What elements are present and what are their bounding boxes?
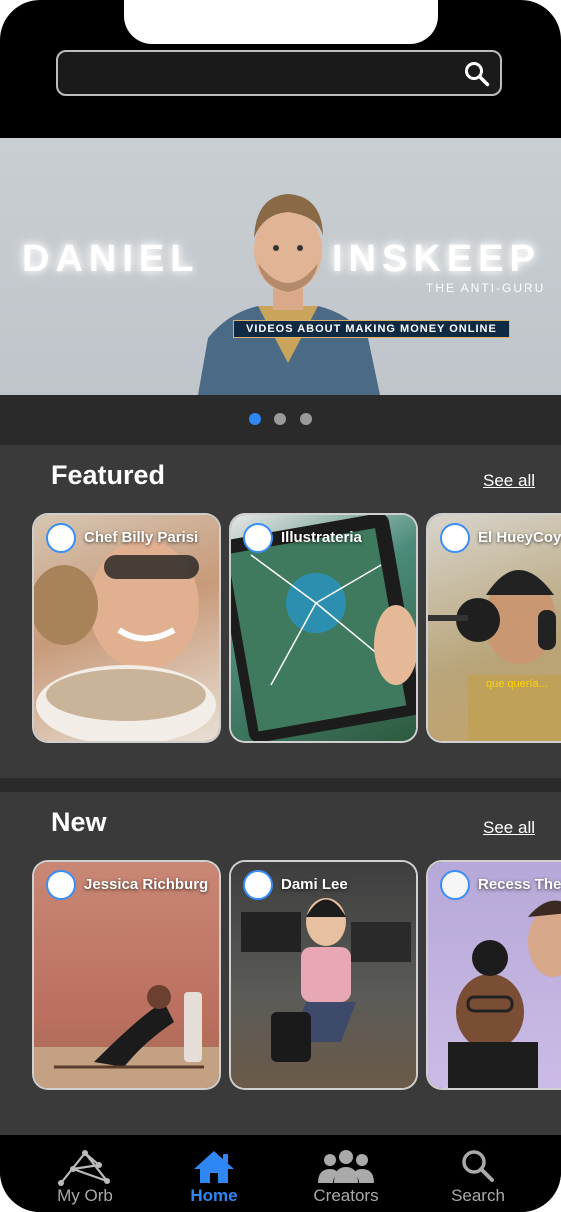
tab-label: Home (190, 1186, 238, 1205)
creator-card[interactable]: que quería... El HueyCoyote (428, 515, 561, 741)
creator-name: Jessica Richburg (84, 876, 209, 893)
creator-name: Recess Therapy (478, 876, 561, 893)
new-section: New See all Jessica Richburg Dami Lee Re… (0, 792, 561, 1135)
bottom-tab-bar: My Orb Home Creators Search (0, 1137, 561, 1212)
orb-icon (58, 1150, 111, 1186)
featured-section: Featured See all Chef Billy Parisi Illus… (0, 445, 561, 778)
creator-photo (198, 194, 380, 395)
banner-name-right: INSKEEP (332, 238, 541, 280)
creator-avatar (243, 523, 273, 553)
device-notch (124, 0, 438, 44)
creator-name: Dami Lee (281, 876, 348, 893)
see-all-link[interactable]: See all (483, 471, 535, 491)
banner-subtitle: THE ANTI-GURU (426, 281, 546, 295)
carousel-dot-active[interactable] (249, 413, 261, 425)
tab-label: My Orb (57, 1186, 113, 1205)
home-icon (194, 1151, 234, 1183)
creator-avatar (46, 523, 76, 553)
creator-card[interactable]: Chef Billy Parisi (34, 515, 219, 741)
see-all-link[interactable]: See all (483, 818, 535, 838)
tab-search[interactable]: Search (418, 1137, 538, 1212)
hero-banner[interactable]: DANIEL INSKEEP THE ANTI-GURU VIDEOS ABOU… (0, 138, 561, 395)
creator-card[interactable]: Jessica Richburg (34, 862, 219, 1088)
search-icon[interactable] (464, 61, 490, 87)
creator-avatar (440, 870, 470, 900)
creator-avatar (440, 523, 470, 553)
tab-label: Search (451, 1186, 505, 1205)
creator-name: El HueyCoyote (478, 529, 561, 546)
banner-name-left: DANIEL (22, 238, 200, 280)
section-title: Featured (51, 460, 166, 490)
search-icon (462, 1150, 494, 1182)
people-icon (318, 1150, 374, 1183)
phone-screen: DANIEL INSKEEP THE ANTI-GURU VIDEOS ABOU… (0, 0, 561, 1212)
creator-card[interactable]: Illustrateria (231, 515, 416, 741)
carousel-dot[interactable] (300, 413, 312, 425)
carousel-pagination (0, 395, 561, 445)
tab-label: Creators (313, 1186, 379, 1205)
banner-tagline: VIDEOS ABOUT MAKING MONEY ONLINE (233, 320, 510, 338)
creator-card[interactable]: Dami Lee (231, 862, 416, 1088)
card-caption: que quería... (486, 678, 548, 690)
creator-name: Chef Billy Parisi (84, 529, 199, 546)
carousel-dot[interactable] (274, 413, 286, 425)
section-divider (0, 778, 561, 792)
creator-card[interactable]: Recess Therapy (428, 862, 561, 1088)
search-input[interactable] (56, 50, 502, 96)
tab-creators[interactable]: Creators (286, 1137, 406, 1212)
tab-home[interactable]: Home (154, 1137, 274, 1212)
tab-my-orb[interactable]: My Orb (25, 1137, 145, 1212)
creator-avatar (243, 870, 273, 900)
section-title: New (51, 807, 107, 837)
creator-name: Illustrateria (281, 529, 362, 546)
creator-avatar (46, 870, 76, 900)
